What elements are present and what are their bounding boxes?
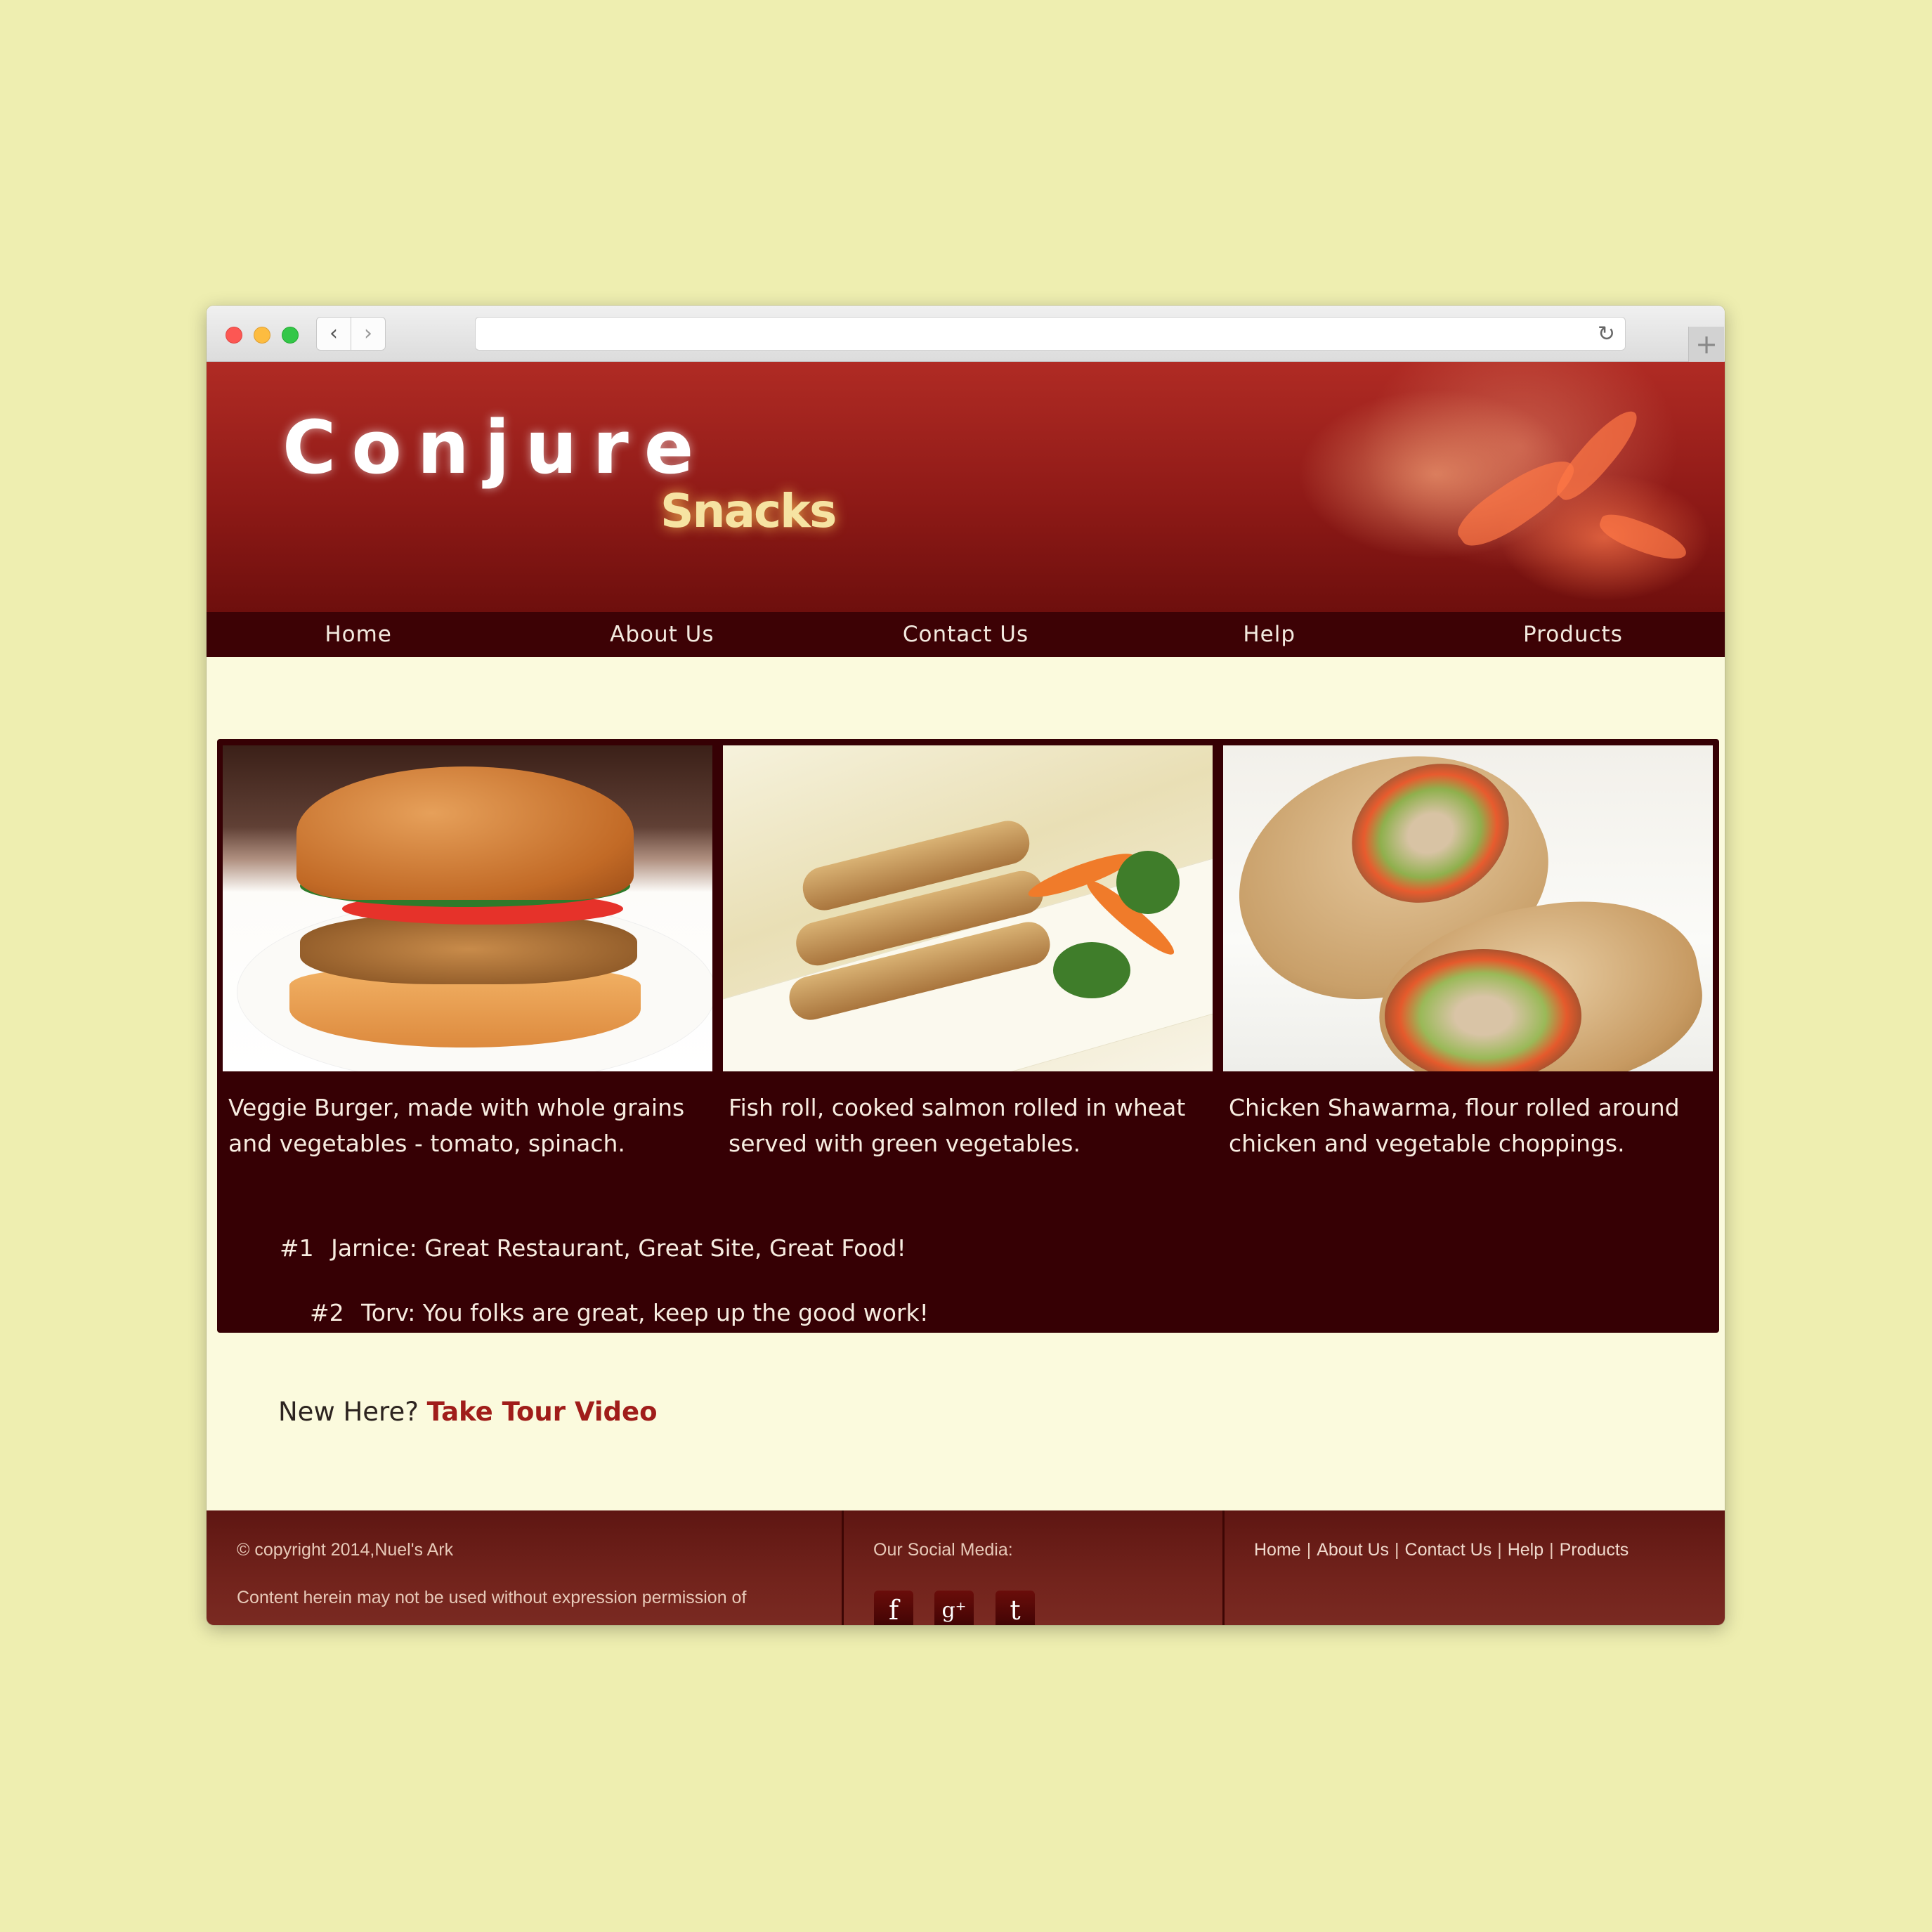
footer-divider xyxy=(842,1510,844,1625)
minimize-window-button[interactable] xyxy=(254,327,270,344)
disclaimer-text: Content herein may not be used without e… xyxy=(237,1588,747,1607)
footer-link-about-us[interactable]: About Us xyxy=(1317,1540,1389,1560)
footer-links: Home | About Us | Contact Us | Help | Products xyxy=(1254,1540,1629,1560)
nav-products[interactable]: Products xyxy=(1421,612,1725,657)
footer-link-contact-us[interactable]: Contact Us xyxy=(1405,1540,1492,1560)
chevron-right-icon: › xyxy=(364,321,372,346)
site-header: Conjure Snacks xyxy=(207,362,1725,612)
chevron-left-icon: ‹ xyxy=(329,321,338,346)
nav-about-us[interactable]: About Us xyxy=(510,612,814,657)
footer-link-help[interactable]: Help xyxy=(1508,1540,1543,1560)
forward-button[interactable]: › xyxy=(351,317,386,351)
featured-panel: Veggie Burger, made with whole grains an… xyxy=(217,739,1719,1333)
close-window-button[interactable] xyxy=(226,327,242,344)
review-2: #2 Torv: You folks are great, keep up th… xyxy=(310,1299,929,1326)
nav-home[interactable]: Home xyxy=(207,612,510,657)
review-1: #1 Jarnice: Great Restaurant, Great Site… xyxy=(280,1234,906,1262)
logo-snacks: Snacks xyxy=(660,484,837,538)
product-card-fish-roll: Fish roll, cooked salmon rolled in wheat… xyxy=(723,745,1213,1161)
fish-roll-image[interactable] xyxy=(723,745,1213,1071)
facebook-icon[interactable]: f xyxy=(874,1591,913,1625)
maximize-window-button[interactable] xyxy=(282,327,299,344)
nav-contact-us[interactable]: Contact Us xyxy=(814,612,1117,657)
product-caption: Veggie Burger, made with whole grains an… xyxy=(228,1094,685,1157)
reload-icon[interactable]: ↻ xyxy=(1598,322,1615,346)
new-tab-button[interactable]: + xyxy=(1688,327,1724,362)
review-rank: #1 xyxy=(280,1234,314,1262)
review-text: Torv: You folks are great, keep up the g… xyxy=(361,1299,929,1326)
browser-titlebar: ‹ › ↻ + xyxy=(207,306,1725,362)
chicken-shawarma-image[interactable] xyxy=(1223,745,1713,1071)
product-caption: Chicken Shawarma, flour rolled around ch… xyxy=(1229,1094,1680,1157)
main-nav: Home About Us Contact Us Help Products xyxy=(207,612,1725,657)
browser-window: ‹ › ↻ + Conjure Snacks Home About Us Con… xyxy=(207,306,1725,1625)
header-food-photo xyxy=(1239,362,1725,612)
address-bar[interactable]: ↻ xyxy=(475,317,1626,351)
footer-divider xyxy=(1222,1510,1225,1625)
google-plus-icon[interactable]: g⁺ xyxy=(934,1591,974,1625)
tumblr-icon[interactable]: t xyxy=(996,1591,1035,1625)
new-here-cta: New Here? Take Tour Video xyxy=(278,1397,658,1427)
site-footer: © copyright 2014,Nuel's Ark Content here… xyxy=(207,1510,1725,1625)
copyright-text: © copyright 2014,Nuel's Ark xyxy=(237,1540,454,1560)
footer-link-home[interactable]: Home xyxy=(1254,1540,1301,1560)
plus-icon: + xyxy=(1695,329,1718,360)
review-text: Jarnice: Great Restaurant, Great Site, G… xyxy=(331,1234,906,1262)
footer-link-products[interactable]: Products xyxy=(1560,1540,1629,1560)
back-button[interactable]: ‹ xyxy=(316,317,351,351)
review-rank: #2 xyxy=(310,1299,344,1326)
product-caption: Fish roll, cooked salmon rolled in wheat… xyxy=(729,1094,1186,1157)
veggie-burger-image[interactable] xyxy=(223,745,712,1071)
product-card-veggie-burger: Veggie Burger, made with whole grains an… xyxy=(223,745,712,1161)
take-tour-video-link[interactable]: Take Tour Video xyxy=(427,1397,658,1427)
social-media-label: Our Social Media: xyxy=(873,1540,1013,1560)
nav-help[interactable]: Help xyxy=(1118,612,1421,657)
cta-prompt: New Here? xyxy=(278,1397,419,1427)
logo-conjure[interactable]: Conjure xyxy=(282,411,709,484)
product-card-chicken-shawarma: Chicken Shawarma, flour rolled around ch… xyxy=(1223,745,1713,1161)
